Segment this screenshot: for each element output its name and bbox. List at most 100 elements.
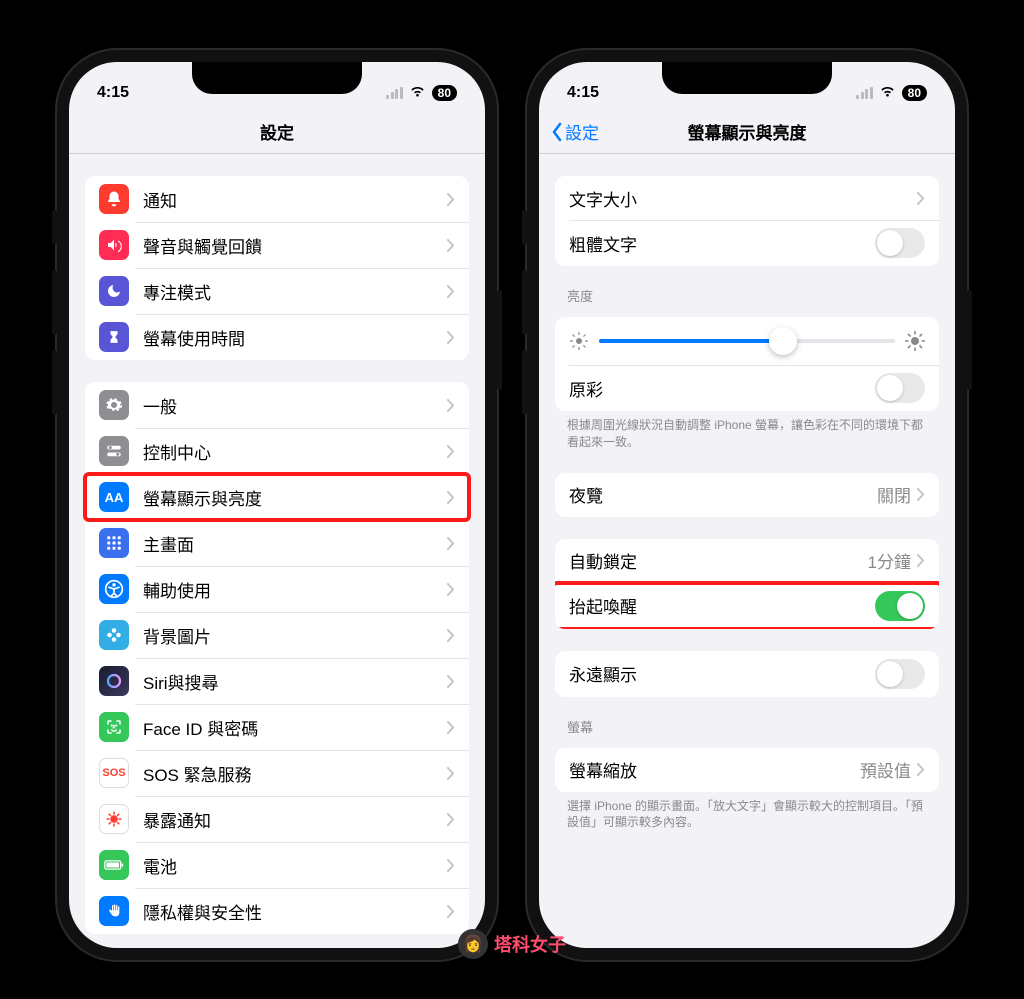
chevron-right-icon — [447, 859, 455, 872]
row-label: 背景圖片 — [143, 623, 447, 648]
navbar-right: 設定 螢幕顯示與亮度 — [539, 110, 955, 154]
row-label: Siri與搜尋 — [143, 669, 447, 694]
toggle-true-tone[interactable] — [875, 373, 925, 403]
faceid-icon — [99, 712, 129, 742]
chevron-right-icon — [447, 445, 455, 458]
chevron-right-icon — [447, 537, 455, 550]
notch — [192, 62, 362, 94]
chevron-right-icon — [917, 554, 925, 567]
row-label: 主畫面 — [143, 531, 447, 556]
row-label: 輔助使用 — [143, 577, 447, 602]
watermark-avatar-icon: 👩 — [458, 929, 488, 959]
chevron-right-icon — [917, 488, 925, 501]
flower-icon — [99, 620, 129, 650]
row-label: 螢幕顯示與亮度 — [143, 485, 447, 510]
footer-zoom: 選擇 iPhone 的顯示畫面。「放大文字」會顯示較大的控制項目。「預設值」可顯… — [539, 792, 955, 832]
speaker-icon — [99, 230, 129, 260]
AA-icon: AA — [99, 482, 129, 512]
row-label: 專注模式 — [143, 279, 447, 304]
chevron-right-icon — [447, 193, 455, 206]
hand-icon — [99, 896, 129, 926]
row-brightness-slider[interactable] — [555, 317, 939, 365]
phone-left: 4:15 80 設定 通知聲音與觸覺回饋專注模式螢幕使用時間一般控制中心 AA 螢幕… — [57, 50, 497, 960]
settings-row[interactable]: Siri與搜尋 — [85, 658, 469, 704]
phone-right: 4:15 80 設定 螢幕顯示與亮度 文字大小 — [527, 50, 967, 960]
settings-row[interactable]: 一般 — [85, 382, 469, 428]
battery-icon: 80 — [432, 85, 457, 101]
SOS-icon: SOS — [99, 758, 129, 788]
sun-max-icon — [905, 331, 925, 351]
chevron-right-icon — [447, 813, 455, 826]
row-true-tone[interactable]: 原彩 — [555, 365, 939, 411]
notch — [662, 62, 832, 94]
chevron-right-icon — [917, 192, 925, 205]
row-label: 電池 — [143, 853, 447, 878]
status-time: 4:15 — [97, 84, 129, 102]
brightness-slider[interactable] — [599, 339, 895, 343]
chevron-right-icon — [917, 763, 925, 776]
toggle-always-on[interactable] — [875, 659, 925, 689]
settings-list[interactable]: 通知聲音與觸覺回饋專注模式螢幕使用時間一般控制中心 AA 螢幕顯示與亮度主畫面輔助使… — [69, 154, 485, 948]
settings-row[interactable]: 電池 — [85, 842, 469, 888]
row-raise-to-wake[interactable]: 抬起喚醒 — [555, 583, 939, 629]
settings-row[interactable]: 控制中心 — [85, 428, 469, 474]
cellular-icon — [856, 87, 873, 99]
row-display-zoom[interactable]: 螢幕縮放 預設值 — [555, 748, 939, 792]
gear-icon — [99, 390, 129, 420]
bell-icon — [99, 184, 129, 214]
page-title: 設定 — [260, 119, 294, 144]
chevron-right-icon — [447, 721, 455, 734]
row-label: 一般 — [143, 393, 447, 418]
settings-row[interactable]: 聲音與觸覺回饋 — [85, 222, 469, 268]
row-label: 控制中心 — [143, 439, 447, 464]
toggle-raise-to-wake[interactable] — [875, 591, 925, 621]
back-label: 設定 — [565, 119, 599, 144]
display-settings-list[interactable]: 文字大小 粗體文字 亮度 — [539, 154, 955, 948]
settings-row[interactable]: AA 螢幕顯示與亮度 — [85, 474, 469, 520]
virus-icon — [99, 804, 129, 834]
row-label: 隱私權與安全性 — [143, 899, 447, 924]
status-time: 4:15 — [567, 84, 599, 102]
chevron-right-icon — [447, 583, 455, 596]
row-always-on[interactable]: 永遠顯示 — [555, 651, 939, 697]
settings-row[interactable]: 背景圖片 — [85, 612, 469, 658]
access-icon — [99, 574, 129, 604]
row-text-size[interactable]: 文字大小 — [555, 176, 939, 220]
row-auto-lock[interactable]: 自動鎖定 1分鐘 — [555, 539, 939, 583]
chevron-right-icon — [447, 905, 455, 918]
row-label: 通知 — [143, 187, 447, 212]
chevron-right-icon — [447, 767, 455, 780]
chevron-right-icon — [447, 675, 455, 688]
switches-icon — [99, 436, 129, 466]
watermark: 👩 塔科女子 — [458, 929, 566, 959]
wifi-icon — [409, 84, 426, 102]
section-header-brightness: 亮度 — [539, 266, 955, 309]
settings-row[interactable]: SOS SOS 緊急服務 — [85, 750, 469, 796]
settings-row[interactable]: 螢幕使用時間 — [85, 314, 469, 360]
settings-row[interactable]: 暴露通知 — [85, 796, 469, 842]
siri-icon — [99, 666, 129, 696]
grid-icon — [99, 528, 129, 558]
chevron-right-icon — [447, 239, 455, 252]
row-label: 聲音與觸覺回饋 — [143, 233, 447, 258]
row-night-shift[interactable]: 夜覽 關閉 — [555, 473, 939, 517]
navbar-left: 設定 — [69, 110, 485, 154]
settings-row[interactable]: 隱私權與安全性 — [85, 888, 469, 934]
page-title: 螢幕顯示與亮度 — [688, 119, 807, 144]
settings-row[interactable]: 輔助使用 — [85, 566, 469, 612]
settings-row[interactable]: 通知 — [85, 176, 469, 222]
settings-row[interactable]: 主畫面 — [85, 520, 469, 566]
chevron-right-icon — [447, 491, 455, 504]
section-header-screen: 螢幕 — [539, 697, 955, 740]
battery-icon — [99, 850, 129, 880]
row-label: SOS 緊急服務 — [143, 761, 447, 786]
settings-row[interactable]: 專注模式 — [85, 268, 469, 314]
chevron-right-icon — [447, 331, 455, 344]
toggle-bold-text[interactable] — [875, 228, 925, 258]
cellular-icon — [386, 87, 403, 99]
row-bold-text[interactable]: 粗體文字 — [555, 220, 939, 266]
row-label: Face ID 與密碼 — [143, 715, 447, 740]
settings-row[interactable]: Face ID 與密碼 — [85, 704, 469, 750]
back-button[interactable]: 設定 — [551, 119, 599, 144]
sun-min-icon — [569, 331, 589, 351]
